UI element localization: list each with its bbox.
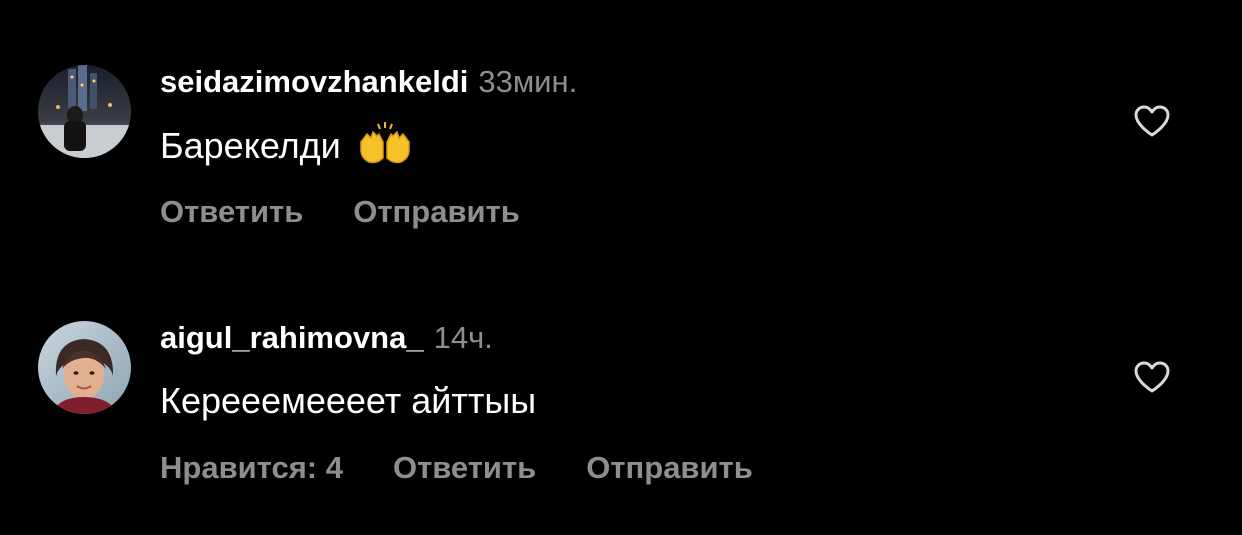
comment-body: Барекелди bbox=[160, 125, 341, 166]
avatar-image-icon bbox=[38, 65, 131, 158]
send-button[interactable]: Отправить bbox=[353, 190, 520, 234]
timestamp: 14ч. bbox=[433, 320, 493, 355]
send-button[interactable]: Отправить bbox=[586, 446, 753, 490]
heart-outline-icon[interactable] bbox=[1133, 104, 1171, 138]
heart-outline-icon[interactable] bbox=[1133, 360, 1171, 394]
timestamp: 33мин. bbox=[478, 64, 578, 99]
comment-actions: Нравится: 4 Ответить Отправить bbox=[160, 446, 803, 490]
avatar[interactable] bbox=[38, 65, 131, 158]
comment-text: Керееемеееет айттыы bbox=[160, 376, 536, 426]
reply-button[interactable]: Ответить bbox=[393, 446, 536, 490]
comment-body: Керееемеееет айттыы bbox=[160, 380, 537, 421]
reply-button[interactable]: Ответить bbox=[160, 190, 303, 234]
comment-text: Барекелди bbox=[160, 120, 413, 171]
comment-item: seidazimovzhankeldi 33мин. Барекелди Отве… bbox=[0, 0, 1242, 250]
comment-actions: Ответить Отправить bbox=[160, 190, 570, 234]
avatar-image-icon bbox=[38, 321, 131, 414]
comment-header: aigul_rahimovna_ 14ч. bbox=[160, 318, 493, 358]
comment-item: aigul_rahimovna_ 14ч. Керееемеееет айттыы… bbox=[0, 256, 1242, 506]
avatar[interactable] bbox=[38, 321, 131, 414]
likes-count[interactable]: Нравится: 4 bbox=[160, 446, 343, 490]
username[interactable]: seidazimovzhankeldi bbox=[160, 64, 468, 99]
comment-header: seidazimovzhankeldi 33мин. bbox=[160, 62, 577, 102]
raising-hands-emoji-icon bbox=[360, 122, 410, 164]
username[interactable]: aigul_rahimovna_ bbox=[160, 320, 424, 355]
